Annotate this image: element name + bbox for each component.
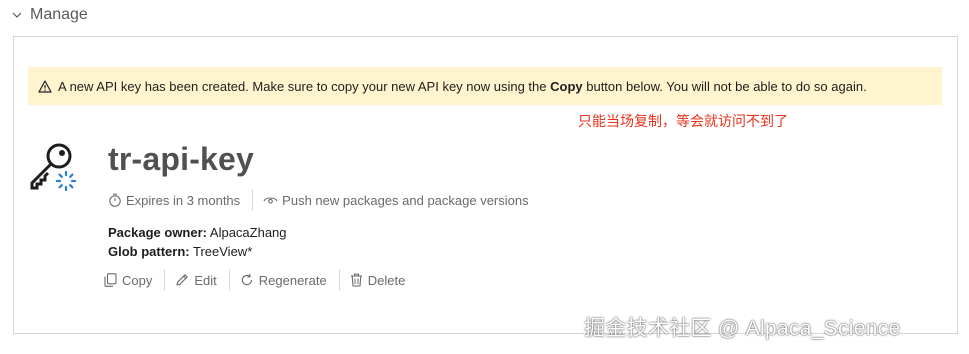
meta-divider xyxy=(252,189,254,211)
action-divider xyxy=(164,269,166,291)
package-owner-value: AlpacaZhang xyxy=(209,225,287,240)
regenerate-label: Regenerate xyxy=(258,272,327,288)
edit-label: Edit xyxy=(194,272,217,288)
watermark: 掘金技术社区 @ Alpaca_Science xyxy=(584,317,901,340)
scope-info: Push new packages and package versions xyxy=(263,192,529,208)
manage-section-toggle[interactable]: Manage xyxy=(12,4,88,26)
copy-icon xyxy=(104,273,117,287)
api-key-meta: Expires in 3 months Push new packages an… xyxy=(108,189,529,211)
api-key-actions: Copy Edit Regenerate Delete xyxy=(102,269,407,291)
regenerate-button[interactable]: Regenerate xyxy=(238,273,329,288)
glob-pattern-label: Glob pattern: xyxy=(108,244,190,259)
glob-pattern-value: TreeView* xyxy=(193,244,253,259)
chevron-down-icon xyxy=(12,12,22,18)
api-key-name: tr-api-key xyxy=(108,141,255,177)
delete-label: Delete xyxy=(367,272,406,288)
key-icon xyxy=(30,143,77,192)
action-divider xyxy=(338,269,340,291)
copy-label: Copy xyxy=(122,272,153,288)
refresh-icon xyxy=(241,273,252,286)
delete-button[interactable]: Delete xyxy=(348,273,408,288)
glob-pattern-row: Glob pattern: TreeView* xyxy=(108,242,287,261)
package-owner-row: Package owner: AlpacaZhang xyxy=(108,223,287,242)
new-key-alert: A new API key has been created. Make sur… xyxy=(28,67,942,105)
eye-icon xyxy=(263,197,278,204)
scope-text: Push new packages and package versions xyxy=(282,192,529,208)
copy-button[interactable]: Copy xyxy=(102,273,154,288)
api-key-details: Package owner: AlpacaZhang Glob pattern:… xyxy=(108,223,287,261)
action-divider xyxy=(228,269,230,291)
edit-button[interactable]: Edit xyxy=(173,273,218,288)
alert-text: A new API key has been created. Make sur… xyxy=(58,78,867,94)
pencil-icon xyxy=(176,274,189,286)
timer-icon xyxy=(109,193,121,207)
trash-icon xyxy=(350,273,362,287)
warning-icon xyxy=(38,79,52,93)
expiry-info: Expires in 3 months xyxy=(108,193,240,208)
section-title: Manage xyxy=(30,6,88,23)
package-owner-label: Package owner: xyxy=(108,225,207,240)
expiry-text: Expires in 3 months xyxy=(126,192,241,208)
api-key-panel: A new API key has been created. Make sur… xyxy=(13,36,958,334)
red-annotation: 只能当场复制，等会就访问不到了 xyxy=(578,113,788,129)
